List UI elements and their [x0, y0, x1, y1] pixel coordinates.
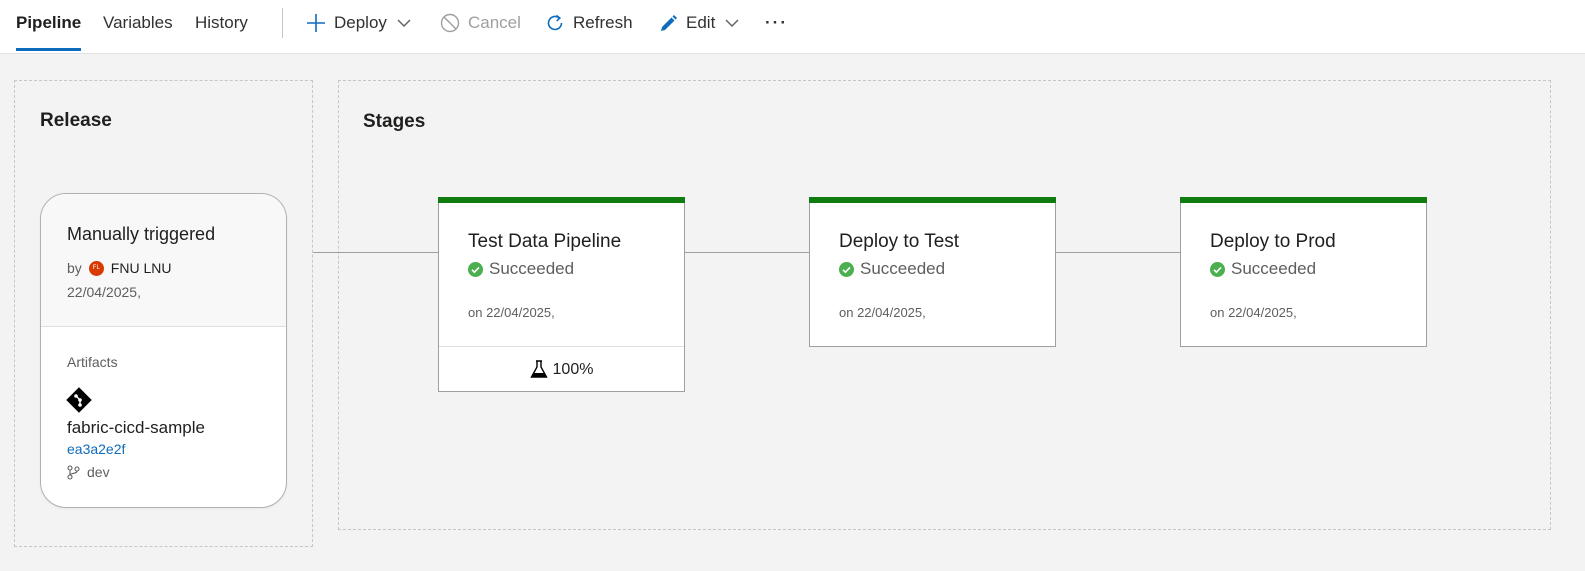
stage-name: Test Data Pipeline — [468, 231, 622, 252]
stage-status-bar — [438, 197, 685, 203]
commit-link[interactable]: ea3a2e2f — [67, 441, 125, 457]
release-trigger: Manually triggered — [67, 224, 216, 244]
stage-card-deploy-to-prod[interactable]: Deploy to Prod Succeeded on 22/04/2025, — [1180, 197, 1427, 347]
flask-icon — [529, 360, 548, 378]
connector-line — [313, 252, 438, 253]
user-name: FNU LNU — [110, 260, 172, 276]
release-date: 22/04/2025, — [67, 284, 141, 300]
more-options-button[interactable]: ··· — [765, 11, 788, 35]
toolbar-separator — [282, 8, 283, 38]
refresh-button[interactable]: Refresh — [545, 11, 633, 35]
stage-status-bar — [809, 197, 1056, 203]
stages-section-title: Stages — [363, 111, 426, 132]
avatar: FL — [88, 260, 104, 276]
branch-name: dev — [87, 464, 110, 480]
stage-card-deploy-to-test[interactable]: Deploy to Test Succeeded on 22/04/2025, — [809, 197, 1056, 347]
pencil-icon — [661, 14, 677, 31]
tab-history[interactable]: History — [195, 12, 248, 34]
deploy-label: Deploy — [334, 13, 387, 32]
edit-button[interactable]: Edit — [659, 11, 739, 35]
stage-date: on 22/04/2025, — [468, 305, 555, 320]
stage-status: Succeeded — [1210, 259, 1316, 279]
refresh-icon — [547, 14, 563, 31]
plus-icon — [307, 14, 325, 32]
check-circle-icon — [839, 261, 854, 277]
refresh-label: Refresh — [573, 13, 633, 32]
cancel-icon — [440, 13, 460, 33]
check-circle-icon — [468, 261, 483, 277]
stage-card-test-data-pipeline[interactable]: Test Data Pipeline Succeeded on 22/04/20… — [438, 197, 685, 392]
top-bar: Pipeline Variables History Deploy Cancel… — [0, 0, 1585, 54]
chevron-down-icon — [725, 19, 739, 27]
branch-info: dev — [67, 464, 110, 480]
release-author: by FL FNU LNU — [67, 260, 171, 276]
more-icon: ··· — [765, 13, 788, 32]
release-section-title: Release — [40, 110, 112, 131]
stage-status-bar — [1180, 197, 1427, 203]
connector-line — [1055, 252, 1180, 253]
stage-date: on 22/04/2025, — [1210, 305, 1297, 320]
stage-date: on 22/04/2025, — [839, 305, 926, 320]
cancel-button[interactable]: Cancel — [440, 11, 521, 35]
by-label: by — [67, 260, 82, 276]
stage-status-label: Succeeded — [860, 259, 946, 278]
tab-pipeline[interactable]: Pipeline — [16, 12, 81, 34]
git-icon — [66, 387, 92, 413]
stage-name: Deploy to Prod — [1210, 231, 1336, 252]
stage-name: Deploy to Test — [839, 231, 960, 252]
stage-status: Succeeded — [468, 259, 574, 279]
artifact-name: fabric-cicd-sample — [67, 418, 205, 437]
stage-status-label: Succeeded — [489, 259, 575, 278]
stage-status: Succeeded — [839, 259, 945, 279]
chevron-down-icon — [397, 19, 411, 27]
cancel-label: Cancel — [468, 13, 521, 32]
active-tab-indicator — [16, 48, 81, 51]
test-pass-rate: 100% — [552, 360, 594, 378]
test-results[interactable]: 100% — [439, 346, 684, 392]
check-circle-icon — [1210, 261, 1225, 277]
edit-label: Edit — [686, 13, 716, 32]
artifacts-label: Artifacts — [67, 354, 118, 370]
release-card[interactable]: Manually triggered by FL FNU LNU 22/04/2… — [40, 193, 287, 508]
deploy-button[interactable]: Deploy — [306, 11, 411, 35]
branch-icon — [67, 464, 80, 480]
tab-variables[interactable]: Variables — [103, 12, 173, 34]
connector-line — [684, 252, 809, 253]
stage-status-label: Succeeded — [1231, 259, 1317, 278]
